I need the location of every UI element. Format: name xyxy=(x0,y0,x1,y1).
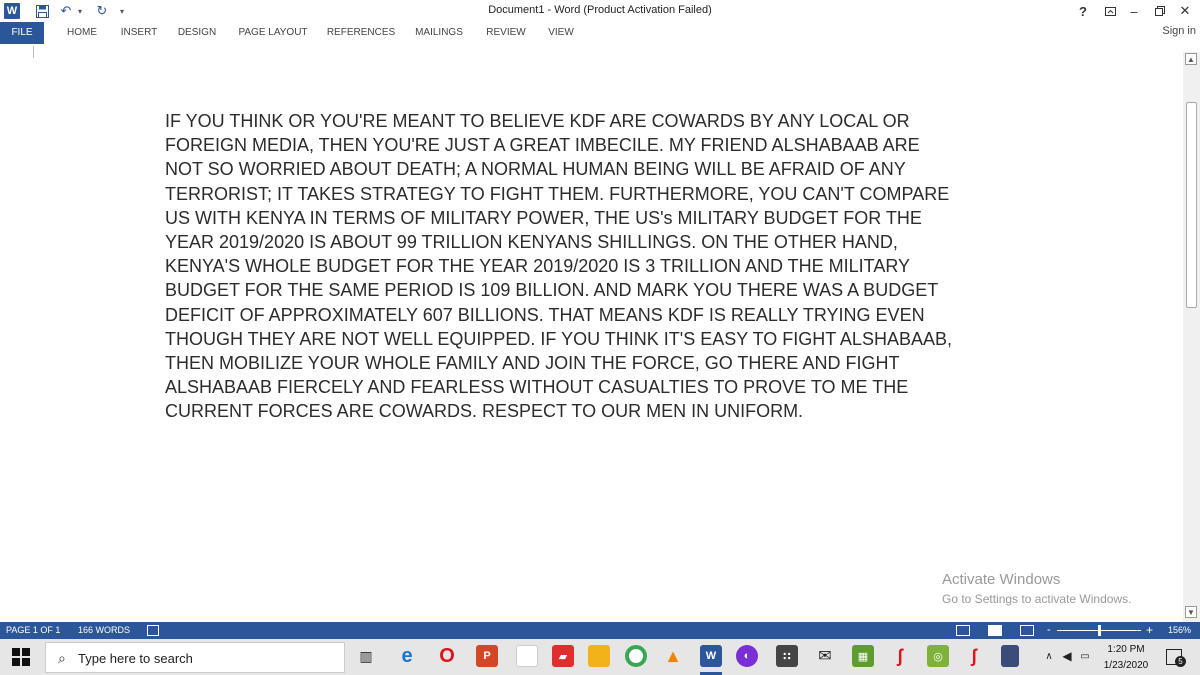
zoom-in-button[interactable]: + xyxy=(1146,622,1153,639)
page-corner-mark xyxy=(33,46,34,58)
start-button[interactable] xyxy=(12,648,30,666)
scroll-down-icon[interactable]: ▼ xyxy=(1185,606,1197,618)
activate-windows-watermark: Activate Windows Go to Settings to activ… xyxy=(942,571,1131,606)
app-swirl-icon[interactable]: ʃ xyxy=(889,645,911,667)
tab-review[interactable]: REVIEW xyxy=(480,22,532,44)
tab-references[interactable]: REFERENCES xyxy=(324,22,398,44)
app-red-icon[interactable]: ▰ xyxy=(552,645,574,667)
tab-view[interactable]: VIEW xyxy=(543,22,579,44)
tab-mailings[interactable]: MAILINGS xyxy=(409,22,469,44)
vertical-scrollbar[interactable]: ▲ ▼ xyxy=(1183,52,1200,622)
scroll-up-icon[interactable]: ▲ xyxy=(1185,53,1197,65)
battery-icon[interactable]: ▭ xyxy=(1074,645,1096,667)
ribbon-display-options-icon[interactable] xyxy=(1098,1,1122,21)
calculator-icon[interactable]: ∷ xyxy=(776,645,798,667)
restore-icon[interactable] xyxy=(1148,1,1172,21)
notification-count-badge: 5 xyxy=(1175,656,1186,667)
file-explorer-icon[interactable] xyxy=(588,645,610,667)
tor-browser-icon[interactable]: ◐ xyxy=(736,645,758,667)
document-canvas[interactable]: IF YOU THINK OR YOU'RE MEANT TO BELIEVE … xyxy=(0,44,1183,622)
store-icon[interactable]: ▦ xyxy=(852,645,874,667)
search-input[interactable]: Type here to search xyxy=(78,651,193,666)
print-layout-icon[interactable] xyxy=(988,625,1002,636)
taskbar-search-box[interactable]: ⌕ Type here to search xyxy=(45,642,345,673)
web-layout-icon[interactable] xyxy=(1020,625,1034,636)
proofing-icon[interactable] xyxy=(147,625,159,636)
clock-date: 1/23/2020 xyxy=(1103,660,1149,671)
ribbon-tabs: FILE HOME INSERT DESIGN PAGE LAYOUT REFE… xyxy=(0,22,1200,44)
clock-time: 1:20 PM xyxy=(1107,644,1145,655)
read-mode-icon[interactable] xyxy=(956,625,970,636)
tab-page-layout[interactable]: PAGE LAYOUT xyxy=(233,22,313,44)
close-icon[interactable]: ✕ xyxy=(1173,1,1197,21)
activate-title: Activate Windows xyxy=(942,571,1061,588)
windows-taskbar: ⌕ Type here to search ▥ e O P ▰ ▲ W ◐ ∷ … xyxy=(0,639,1200,675)
minimize-icon[interactable]: – xyxy=(1122,1,1146,21)
title-bar: W ↶ ▾ ↻ ▾ Document1 - Word (Product Acti… xyxy=(0,0,1200,22)
search-icon: ⌕ xyxy=(58,650,66,666)
opera-icon[interactable]: O xyxy=(436,645,458,667)
tab-file[interactable]: FILE xyxy=(0,22,44,44)
activate-subtitle: Go to Settings to activate Windows. xyxy=(942,592,1132,606)
tab-insert[interactable]: INSERT xyxy=(116,22,162,44)
help-button[interactable]: ? xyxy=(1071,1,1095,21)
camera-icon[interactable]: ◎ xyxy=(927,645,949,667)
windows-logo-icon xyxy=(12,648,20,656)
system-clock[interactable]: 1:20 PM 1/23/2020 xyxy=(1096,642,1156,674)
edge-icon[interactable]: e xyxy=(396,645,418,667)
tab-home[interactable]: HOME xyxy=(60,22,104,44)
scrollbar-thumb[interactable] xyxy=(1186,102,1197,308)
tab-design[interactable]: DESIGN xyxy=(173,22,221,44)
airtel-icon[interactable]: ʃ xyxy=(963,645,985,667)
window-title: Document1 - Word (Product Activation Fai… xyxy=(488,4,712,16)
status-bar: PAGE 1 OF 1 166 WORDS - + 156% xyxy=(0,622,1200,639)
document-icon[interactable] xyxy=(516,645,538,667)
chrome-icon[interactable] xyxy=(625,645,647,667)
zoom-slider-thumb[interactable] xyxy=(1098,625,1101,636)
task-view-icon[interactable]: ▥ xyxy=(355,645,377,667)
word-taskbar-icon[interactable]: W xyxy=(700,645,722,667)
zoom-out-button[interactable]: - xyxy=(1047,622,1051,639)
sign-in-link[interactable]: Sign in xyxy=(1162,22,1196,44)
language-flag-icon[interactable] xyxy=(1001,645,1019,667)
vlc-icon[interactable]: ▲ xyxy=(662,645,684,667)
page-count[interactable]: PAGE 1 OF 1 xyxy=(6,622,60,639)
document-body-text[interactable]: IF YOU THINK OR YOU'RE MEANT TO BELIEVE … xyxy=(165,109,1035,424)
powerpoint-icon[interactable]: P xyxy=(476,645,498,667)
mail-icon[interactable]: ✉ xyxy=(814,645,836,667)
word-count[interactable]: 166 WORDS xyxy=(78,622,130,639)
zoom-level[interactable]: 156% xyxy=(1168,622,1191,639)
